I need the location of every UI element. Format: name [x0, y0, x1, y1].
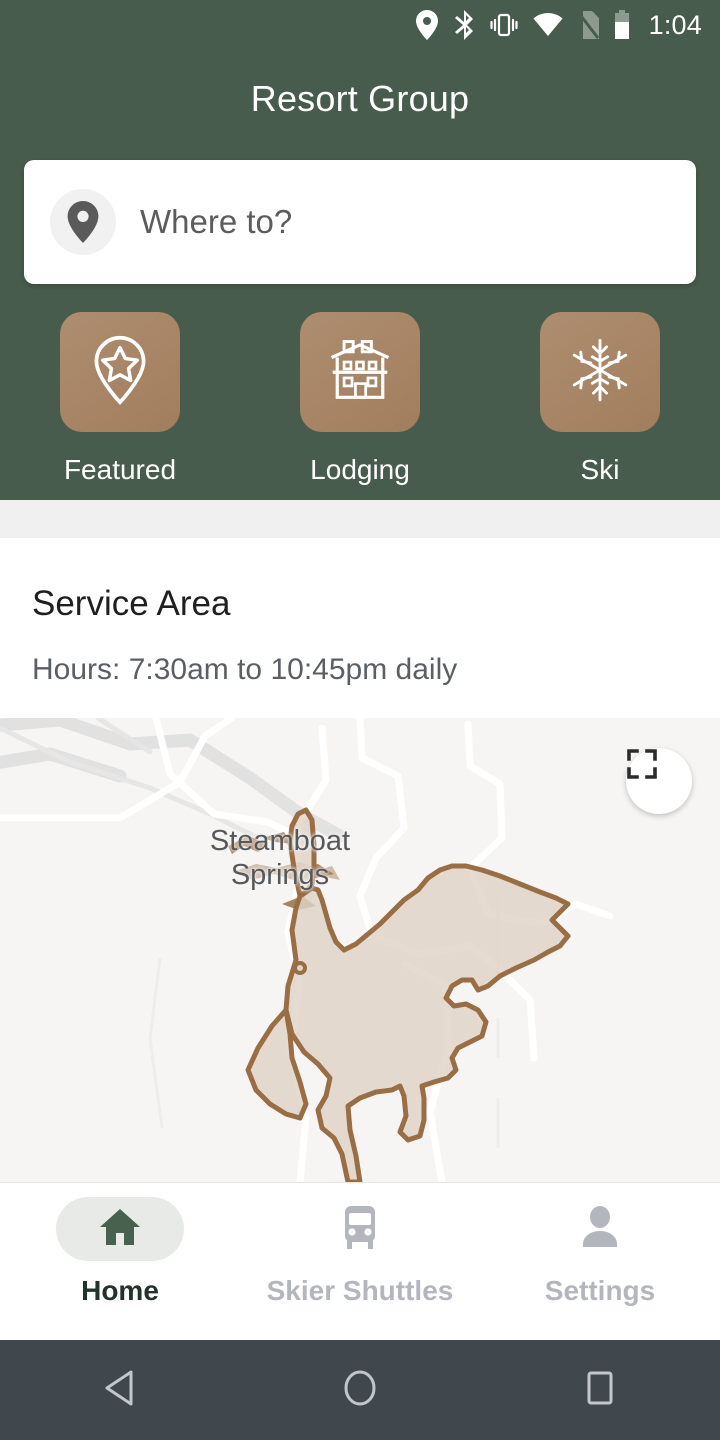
- pin-star-icon: [89, 334, 151, 411]
- bluetooth-icon: [453, 10, 475, 40]
- map-canvas: [0, 718, 720, 1182]
- category-ski[interactable]: Ski: [520, 312, 680, 486]
- category-row: Featured Lodging Ski: [0, 312, 720, 486]
- wifi-icon: [533, 12, 563, 38]
- vibrate-icon: [489, 10, 519, 40]
- back-button[interactable]: [40, 1369, 200, 1412]
- category-featured-tile[interactable]: [60, 312, 180, 432]
- category-ski-tile[interactable]: [540, 312, 660, 432]
- triangle-back-icon: [103, 1369, 137, 1412]
- category-featured-label: Featured: [63, 454, 177, 485]
- nav-settings-label: Settings: [544, 1275, 656, 1306]
- battery-icon: [613, 10, 631, 40]
- nav-item-home[interactable]: Home: [10, 1197, 230, 1307]
- location-icon: [415, 10, 439, 40]
- service-area-hours: Hours: 7:30am to 10:45pm daily: [32, 653, 458, 686]
- nav-shuttles-pill[interactable]: [296, 1197, 424, 1261]
- nav-home-pill[interactable]: [56, 1197, 184, 1261]
- service-area-map[interactable]: Steamboat Springs: [0, 718, 720, 1182]
- category-lodging-tile[interactable]: [300, 312, 420, 432]
- person-icon: [578, 1204, 622, 1255]
- nav-item-settings[interactable]: Settings: [490, 1197, 710, 1307]
- search-input[interactable]: Where to?: [24, 160, 696, 284]
- bus-icon: [338, 1204, 382, 1255]
- service-area-section: Service Area Hours: 7:30am to 10:45pm da…: [0, 538, 720, 718]
- no-sim-icon: [576, 11, 599, 39]
- nav-shuttles-label: Skier Shuttles: [266, 1275, 454, 1306]
- service-area-title: Service Area: [32, 584, 231, 623]
- home-button[interactable]: [280, 1368, 440, 1413]
- category-ski-label: Ski: [580, 454, 620, 485]
- android-navigation-bar: [0, 1340, 720, 1440]
- nav-settings-pill[interactable]: [536, 1197, 664, 1261]
- nav-item-skier-shuttles[interactable]: Skier Shuttles: [250, 1197, 470, 1307]
- recents-button[interactable]: [520, 1369, 680, 1412]
- app-root: Resort Group 1:04 Where to? Featured Lod…: [0, 0, 720, 1440]
- home-icon: [97, 1204, 143, 1255]
- status-bar-clock: 1:04: [648, 9, 702, 40]
- bottom-navigation: Home Skier Shuttles Settings: [0, 1182, 720, 1340]
- category-lodging-label: Lodging: [310, 454, 410, 485]
- snowflake-icon: [567, 337, 633, 408]
- status-bar: 1:04: [0, 0, 720, 50]
- square-recents-icon: [584, 1369, 616, 1412]
- map-fullscreen-button[interactable]: [626, 748, 692, 814]
- circle-home-icon: [342, 1368, 378, 1413]
- category-featured[interactable]: Featured: [40, 312, 200, 486]
- nav-home-label: Home: [81, 1275, 159, 1306]
- category-lodging[interactable]: Lodging: [280, 312, 440, 486]
- search-placeholder-text: Where to?: [140, 203, 293, 240]
- page-title: Resort Group: [250, 78, 470, 119]
- location-pin-icon: [50, 189, 116, 255]
- lodge-building-icon: [327, 337, 393, 408]
- section-divider: [0, 500, 720, 538]
